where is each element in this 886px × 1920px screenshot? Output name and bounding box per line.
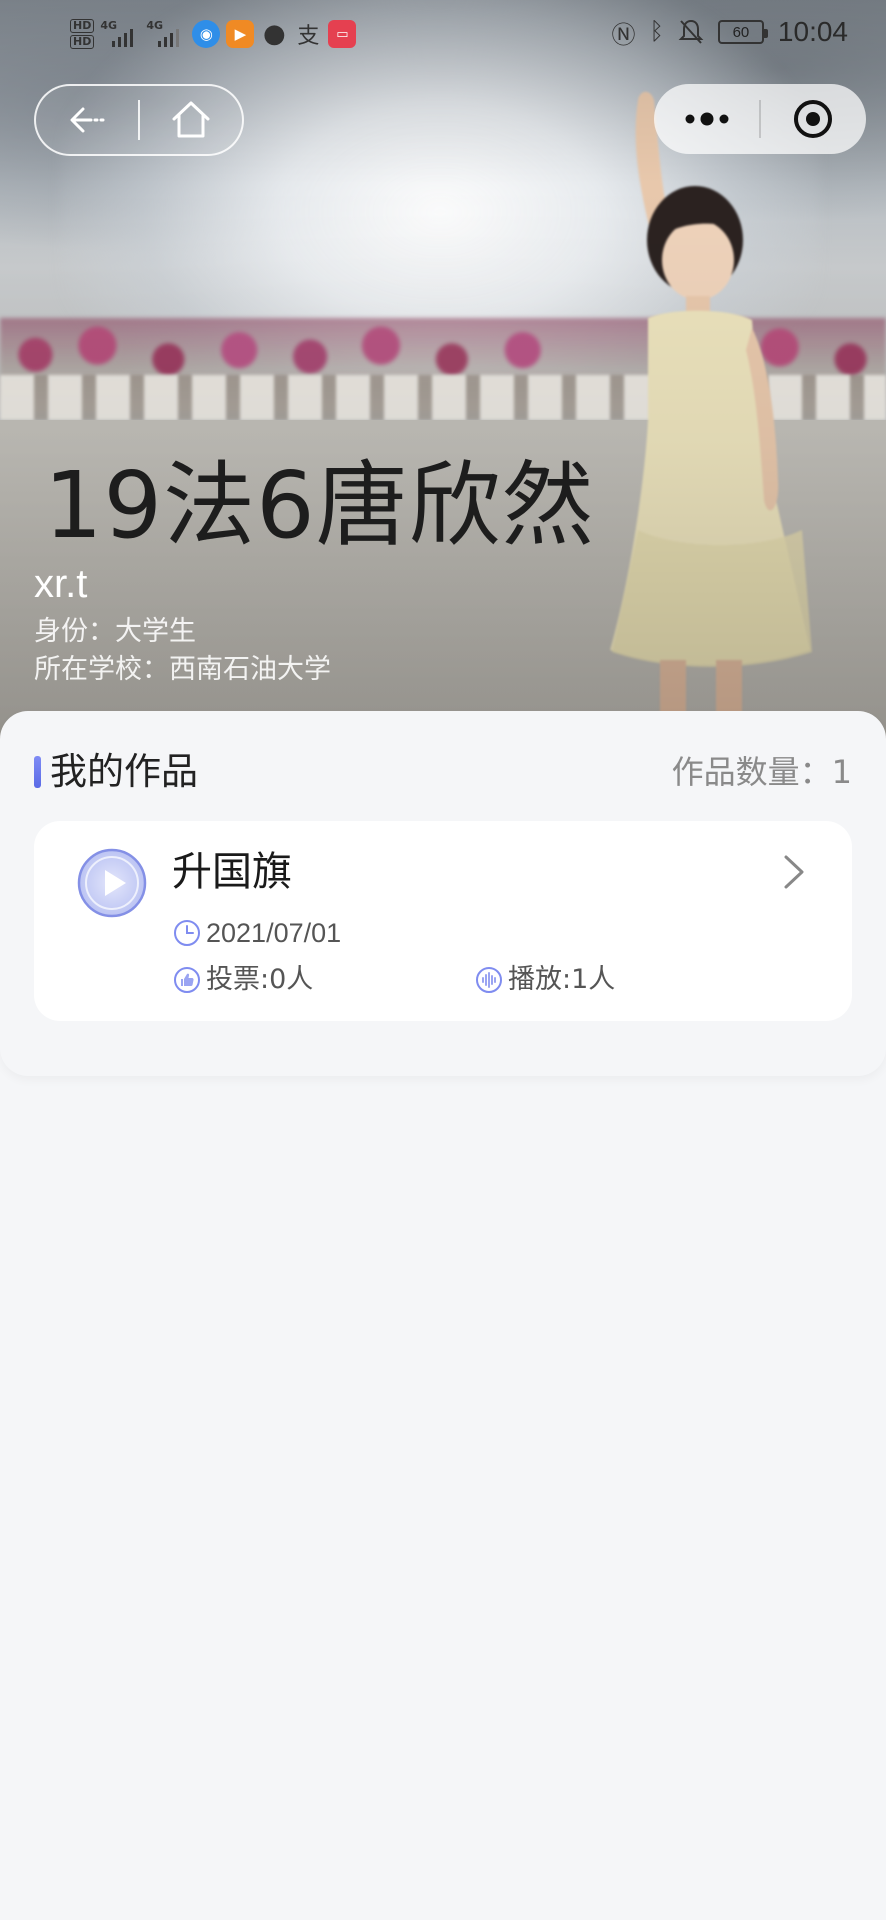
bluetooth-icon: ᛒ — [649, 18, 664, 45]
nfc-icon: Ⓝ — [611, 21, 636, 49]
work-date: 2021/07/01 — [172, 916, 341, 950]
video-app-icon: ▶ — [226, 20, 255, 48]
status-right: Ⓝ ᛒ 60 10:04 — [612, 12, 848, 52]
nav-capsule — [34, 84, 244, 156]
work-votes: 投票:0人 — [172, 963, 313, 997]
profile-identity: 身份：大学生 — [34, 616, 196, 647]
clock-icon — [174, 920, 200, 946]
profile-nickname: xr.t — [34, 562, 88, 606]
works-section-header: 我的作品 作品数量：1 — [0, 711, 886, 831]
status-left: HD HD 4G 4G ◉ ▶ ● 支 ▭ — [70, 14, 357, 54]
signal-1-icon: 4G — [100, 19, 140, 49]
menu-capsule — [654, 84, 866, 154]
home-icon — [172, 101, 210, 138]
hd-indicator: HD HD — [70, 19, 95, 49]
browser-app-icon: ◉ — [192, 20, 221, 48]
works-panel: 我的作品 作品数量：1 升国旗 2021/07/01 投票:0人 播放:1人 — [0, 711, 886, 1076]
section-accent-bar — [34, 756, 41, 788]
alipay-icon: 支 — [297, 24, 320, 49]
mute-bell-icon — [678, 19, 704, 44]
battery-icon: 60 — [717, 20, 768, 44]
profile-name: 19法6唐欣然 — [44, 452, 595, 559]
work-card[interactable]: 升国旗 2021/07/01 投票:0人 播放:1人 — [34, 821, 852, 1021]
audio-wave-icon — [476, 967, 502, 993]
close-miniprogram-button[interactable] — [761, 84, 866, 154]
work-votes-text: 投票:0人 — [206, 964, 314, 995]
chat-app-icon: ● — [263, 19, 286, 49]
more-dots-icon — [685, 112, 728, 126]
thumbs-up-icon — [174, 967, 200, 993]
home-button[interactable] — [140, 84, 242, 156]
status-time: 10:04 — [777, 16, 848, 47]
work-title: 升国旗 — [172, 849, 292, 895]
section-title: 我的作品 — [50, 750, 198, 793]
more-button[interactable] — [654, 84, 759, 154]
chevron-right-icon[interactable] — [774, 847, 814, 897]
signal-2-icon: 4G — [146, 19, 186, 49]
work-plays-text: 播放:1人 — [508, 964, 616, 995]
play-icon — [77, 848, 147, 918]
book-app-icon: ▭ — [328, 20, 357, 48]
profile-school: 所在学校：西南石油大学 — [34, 654, 331, 685]
work-plays: 播放:1人 — [474, 963, 615, 997]
status-bar: HD HD 4G 4G ◉ ▶ ● 支 ▭ Ⓝ ᛒ 60 10:04 — [0, 0, 886, 66]
page: HD HD 4G 4G ◉ ▶ ● 支 ▭ Ⓝ ᛒ 60 10:04 19法6唐… — [0, 0, 886, 1920]
back-button[interactable] — [36, 84, 138, 156]
work-date-text: 2021/07/01 — [206, 918, 342, 948]
back-arrow-icon — [70, 107, 105, 133]
works-count: 作品数量：1 — [671, 753, 852, 791]
target-close-icon — [794, 100, 832, 138]
